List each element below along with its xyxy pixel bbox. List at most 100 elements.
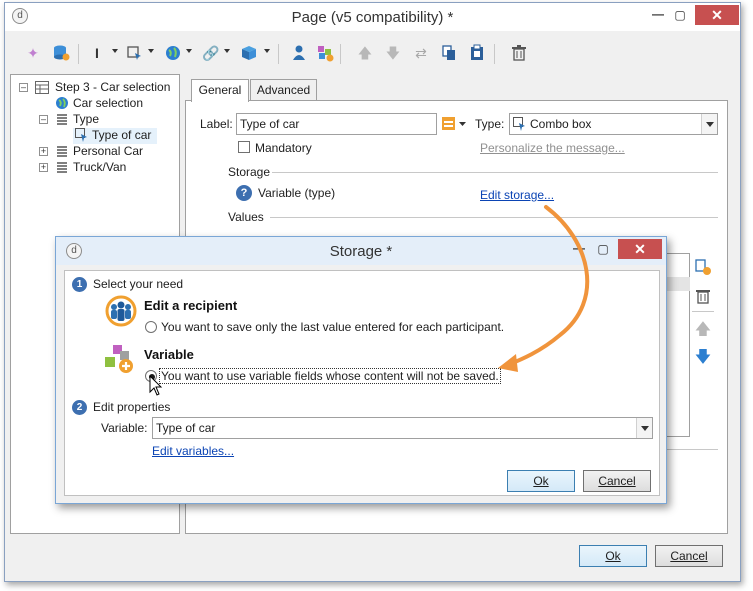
label-caption: Label: — [200, 117, 233, 131]
chevron-down-icon[interactable] — [636, 418, 652, 438]
chevron-down-icon[interactable] — [186, 49, 193, 55]
arrow-down-icon[interactable]: 🡇 — [384, 44, 402, 62]
globe-icon — [55, 96, 69, 113]
tree-collapse-toggle[interactable]: – — [19, 83, 28, 92]
link-icon[interactable]: 🔗 — [202, 44, 220, 62]
storage-ok-label: Ok — [533, 474, 549, 488]
step-1-label: Select your need — [93, 277, 184, 291]
main-window-title: Page (v5 compatibility) * — [291, 9, 454, 26]
main-ok-label: Ok — [605, 549, 621, 563]
type-caption: Type: — [475, 117, 505, 131]
add-value-icon[interactable] — [694, 258, 712, 276]
storage-divider — [272, 172, 718, 173]
storage-cancel-label: Cancel — [598, 474, 636, 488]
storage-close-button[interactable]: ✕ — [618, 239, 662, 259]
paste-icon[interactable] — [468, 44, 486, 62]
database-icon[interactable] — [52, 44, 70, 62]
translate-label-icon[interactable] — [441, 116, 467, 135]
storage-cancel-button[interactable]: Cancel — [583, 470, 651, 492]
toolbar-separator — [494, 44, 495, 64]
variable-combo-value: Type of car — [156, 421, 216, 435]
radio-recipient[interactable] — [145, 321, 157, 333]
main-close-button[interactable]: ✕ — [695, 5, 739, 25]
tab-advanced[interactable]: Advanced — [250, 79, 317, 101]
option-variable-text: You want to use variable fields whose co… — [159, 368, 501, 384]
delete-icon[interactable] — [510, 44, 528, 62]
chevron-down-icon[interactable] — [224, 49, 231, 55]
mandatory-checkbox[interactable] — [238, 141, 250, 153]
chevron-down-icon[interactable] — [112, 49, 119, 55]
main-cancel-label: Cancel — [670, 549, 708, 563]
tab-general[interactable]: General — [191, 79, 249, 102]
tree-expand-toggle[interactable]: + — [39, 147, 48, 156]
question-icon: ? — [236, 185, 252, 201]
option-recipient-text: You want to save only the last value ent… — [161, 320, 505, 334]
chevron-down-icon[interactable] — [701, 114, 717, 134]
toolbar: ✦ I 🔗 🡅 🡇 ⇄ — [10, 38, 730, 68]
edit-storage-link[interactable]: Edit storage... — [480, 188, 554, 202]
person-icon[interactable] — [290, 44, 308, 62]
list-icon — [55, 161, 69, 178]
cube-icon[interactable] — [240, 44, 258, 62]
storage-titlebar: d Storage * — ▢ ✕ — [56, 237, 666, 265]
option-recipient-title: Edit a recipient — [144, 298, 238, 313]
side-divider — [692, 311, 714, 312]
label-input[interactable]: Type of car — [236, 113, 437, 135]
variable-caption: Variable: — [101, 421, 148, 435]
main-cancel-button[interactable]: Cancel — [655, 545, 723, 567]
step-1-badge: 1 — [72, 277, 87, 292]
chevron-down-icon[interactable] — [148, 49, 155, 55]
tree-item-label: Type — [73, 112, 100, 126]
edit-variables-link[interactable]: Edit variables... — [152, 444, 234, 458]
personalize-message-link[interactable]: Personalize the message... — [480, 141, 625, 155]
arrow-up-icon[interactable]: 🡅 — [356, 44, 374, 62]
select-field-icon — [513, 117, 527, 134]
option-variable-title: Variable — [144, 347, 194, 362]
table-icon — [35, 81, 49, 94]
maximize-button[interactable]: ▢ — [667, 5, 693, 25]
variable-icon — [103, 343, 135, 378]
storage-section-title: Storage — [228, 165, 271, 179]
storage-minimize-button[interactable]: — — [566, 239, 592, 259]
storage-dialog: d Storage * — ▢ ✕ 1 Select your need Edi… — [55, 236, 667, 504]
tree-item-label: Step 3 - Car selection — [55, 80, 171, 94]
globe-icon[interactable] — [164, 44, 182, 62]
list-icon — [55, 113, 69, 130]
tree-item-type-of-car[interactable]: Type of car — [73, 128, 157, 144]
step-2-badge: 2 — [72, 400, 87, 415]
variable-combo[interactable]: Type of car — [152, 417, 653, 439]
toolbar-separator — [340, 44, 341, 64]
storage-ok-button[interactable]: Ok — [507, 470, 575, 492]
type-combo[interactable]: Combo box — [509, 113, 718, 135]
wand-icon[interactable]: ✦ — [24, 44, 42, 62]
storage-body: 1 Select your need Edit a recipient You … — [64, 270, 660, 496]
recipient-group-icon — [105, 295, 137, 330]
tree-collapse-toggle[interactable]: – — [39, 115, 48, 124]
chevron-down-icon[interactable] — [264, 49, 271, 55]
mandatory-label: Mandatory — [255, 141, 312, 155]
tree-item-label: Truck/Van — [73, 160, 127, 174]
select-field-icon[interactable] — [126, 44, 144, 62]
mouse-cursor-icon — [149, 374, 163, 400]
list-icon — [55, 145, 69, 162]
group-add-icon[interactable] — [316, 44, 334, 62]
main-ok-button[interactable]: Ok — [579, 545, 647, 567]
tree-item-label: Type of car — [92, 128, 152, 142]
values-divider — [270, 217, 718, 218]
tree-expand-toggle[interactable]: + — [39, 163, 48, 172]
storage-variable-text: Variable (type) — [258, 186, 336, 200]
main-titlebar: d Page (v5 compatibility) * — ▢ ✕ — [5, 3, 740, 31]
step-2-label: Edit properties — [93, 400, 171, 414]
move-down-icon[interactable]: 🡇 — [694, 349, 712, 367]
delete-value-icon[interactable] — [694, 287, 712, 305]
copy-icon[interactable] — [440, 44, 458, 62]
move-up-icon[interactable]: 🡅 — [694, 321, 712, 339]
toolbar-separator — [278, 44, 279, 64]
text-cursor-icon[interactable]: I — [88, 44, 106, 62]
toolbar-separator — [78, 44, 79, 64]
shuffle-icon[interactable]: ⇄ — [412, 44, 430, 62]
tree-item-label: Car selection — [73, 96, 144, 110]
type-combo-value: Combo box — [530, 117, 592, 131]
storage-maximize-button[interactable]: ▢ — [590, 239, 616, 259]
values-section-title: Values — [228, 210, 264, 224]
